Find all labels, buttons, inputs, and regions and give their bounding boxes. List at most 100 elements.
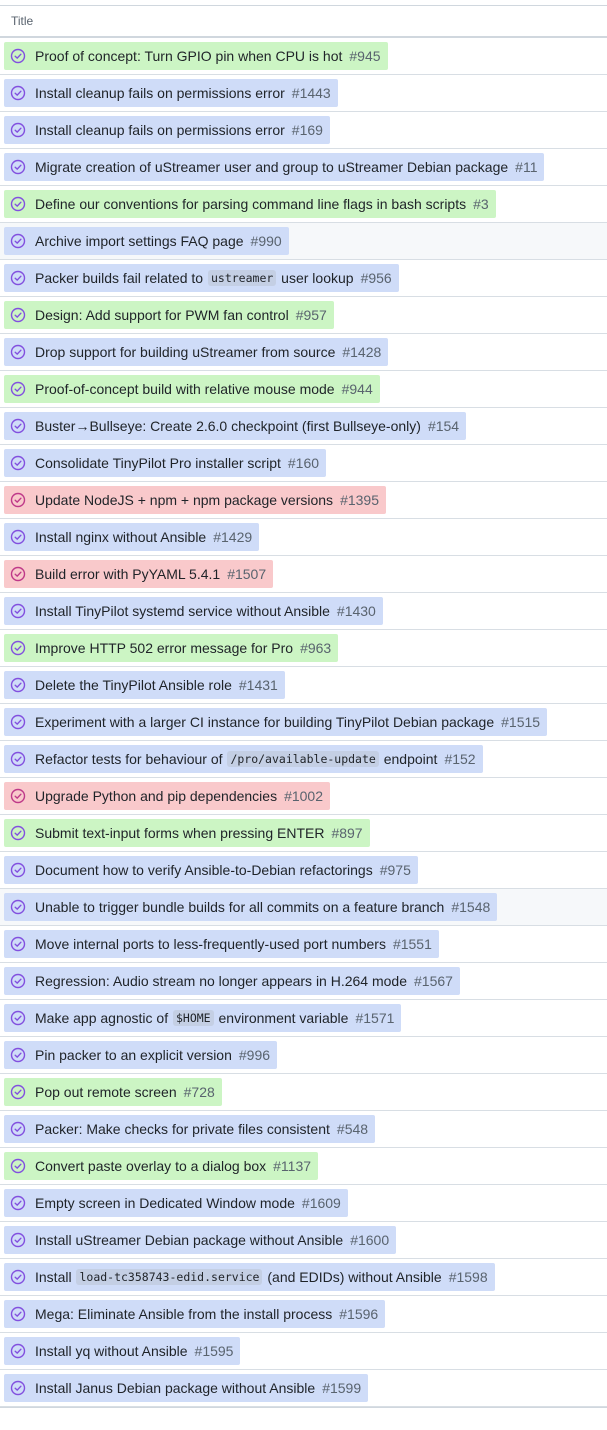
issue-title-text[interactable]: Design: Add support for PWM fan control	[35, 307, 289, 323]
issue-title-chip[interactable]: Proof-of-concept build with relative mou…	[4, 375, 380, 403]
table-row[interactable]: Pin packer to an explicit version #996	[0, 1037, 607, 1074]
issue-title-chip[interactable]: Pin packer to an explicit version #996	[4, 1041, 278, 1069]
issue-title-text[interactable]: Archive import settings FAQ page	[35, 233, 244, 249]
table-row[interactable]: Pop out remote screen #728	[0, 1074, 607, 1111]
issue-title-text[interactable]: Buster→Bullseye: Create 2.6.0 checkpoint…	[35, 418, 421, 434]
issue-title-text[interactable]: Define our conventions for parsing comma…	[35, 196, 466, 212]
issue-title-text[interactable]: Update NodeJS + npm + npm package versio…	[35, 492, 333, 508]
table-row[interactable]: Move internal ports to less-frequently-u…	[0, 926, 607, 963]
issue-title-text[interactable]: Build error with PyYAML 5.4.1	[35, 566, 220, 582]
table-row[interactable]: Install nginx without Ansible #1429	[0, 519, 607, 556]
table-row[interactable]: Delete the TinyPilot Ansible role #1431	[0, 667, 607, 704]
issue-title-text[interactable]: Proof of concept: Turn GPIO pin when CPU…	[35, 48, 342, 64]
issue-title-text[interactable]: Install cleanup fails on permissions err…	[35, 85, 285, 101]
issue-title-chip[interactable]: Install cleanup fails on permissions err…	[4, 116, 330, 144]
issue-title-text[interactable]: Install TinyPilot systemd service withou…	[35, 603, 330, 619]
issue-title-chip[interactable]: Convert paste overlay to a dialog box #11…	[4, 1152, 319, 1180]
issue-title-chip[interactable]: Migrate creation of uStreamer user and g…	[4, 153, 545, 181]
table-row[interactable]: Install TinyPilot systemd service withou…	[0, 593, 607, 630]
table-row[interactable]: Upgrade Python and pip dependencies #1002	[0, 778, 607, 815]
table-row[interactable]: Empty screen in Dedicated Window mode #16…	[0, 1185, 607, 1222]
issue-title-text[interactable]: Pop out remote screen	[35, 1084, 177, 1100]
table-row[interactable]: Make app agnostic of $HOME environment v…	[0, 1000, 607, 1037]
issue-title-text[interactable]: environment variable	[215, 1010, 348, 1026]
table-row[interactable]: Proof of concept: Turn GPIO pin when CPU…	[0, 38, 607, 75]
table-row[interactable]: Design: Add support for PWM fan control #…	[0, 297, 607, 334]
issue-title-text[interactable]: Convert paste overlay to a dialog box	[35, 1158, 266, 1174]
table-row[interactable]: Drop support for building uStreamer from…	[0, 334, 607, 371]
issue-title-chip[interactable]: Move internal ports to less-frequently-u…	[4, 930, 439, 958]
issue-title-chip[interactable]: Document how to verify Ansible-to-Debian…	[4, 856, 418, 884]
issue-title-text[interactable]: Upgrade Python and pip dependencies	[35, 788, 277, 804]
issue-title-chip[interactable]: Install cleanup fails on permissions err…	[4, 79, 338, 107]
issue-title-chip[interactable]: Make app agnostic of $HOME environment v…	[4, 1004, 402, 1032]
issue-title-text[interactable]: Submit text-input forms when pressing EN…	[35, 825, 324, 841]
table-row[interactable]: Migrate creation of uStreamer user and g…	[0, 149, 607, 186]
issue-title-text[interactable]: Install yq without Ansible	[35, 1343, 188, 1359]
issue-title-chip[interactable]: Drop support for building uStreamer from…	[4, 338, 389, 366]
issue-title-text[interactable]: Install Janus Debian package without Ans…	[35, 1380, 315, 1396]
issue-title-chip[interactable]: Improve HTTP 502 error message for Pro #9…	[4, 634, 339, 662]
issue-title-text[interactable]: Make app agnostic of	[35, 1010, 172, 1026]
table-row[interactable]: Improve HTTP 502 error message for Pro #9…	[0, 630, 607, 667]
issue-title-text[interactable]: Install uStreamer Debian package without…	[35, 1232, 343, 1248]
issue-title-chip[interactable]: Upgrade Python and pip dependencies #1002	[4, 782, 331, 810]
issue-title-chip[interactable]: Install uStreamer Debian package without…	[4, 1226, 397, 1254]
issue-title-text[interactable]: Document how to verify Ansible-to-Debian…	[35, 862, 373, 878]
table-row[interactable]: Install uStreamer Debian package without…	[0, 1222, 607, 1259]
issue-title-chip[interactable]: Unable to trigger bundle builds for all …	[4, 893, 498, 921]
issue-title-chip[interactable]: Proof of concept: Turn GPIO pin when CPU…	[4, 42, 388, 70]
issue-title-text[interactable]: Install cleanup fails on permissions err…	[35, 122, 285, 138]
issue-title-chip[interactable]: Consolidate TinyPilot Pro installer scri…	[4, 449, 327, 477]
issue-title-text[interactable]: Consolidate TinyPilot Pro installer scri…	[35, 455, 281, 471]
table-row[interactable]: Install load-tc358743-edid.service (and …	[0, 1259, 607, 1296]
issue-title-chip[interactable]: Design: Add support for PWM fan control #…	[4, 301, 334, 329]
table-row[interactable]: Unable to trigger bundle builds for all …	[0, 889, 607, 926]
issue-title-chip[interactable]: Pop out remote screen #728	[4, 1078, 222, 1106]
issue-title-text[interactable]: Proof-of-concept build with relative mou…	[35, 381, 335, 397]
issue-title-chip[interactable]: Install load-tc358743-edid.service (and …	[4, 1263, 495, 1291]
table-row[interactable]: Document how to verify Ansible-to-Debian…	[0, 852, 607, 889]
table-row[interactable]: Packer builds fail related to ustreamer …	[0, 260, 607, 297]
issue-title-text[interactable]: Packer builds fail related to	[35, 270, 207, 286]
issue-title-chip[interactable]: Submit text-input forms when pressing EN…	[4, 819, 370, 847]
issue-title-text[interactable]: Empty screen in Dedicated Window mode	[35, 1195, 295, 1211]
issue-title-chip[interactable]: Install Janus Debian package without Ans…	[4, 1374, 369, 1402]
issue-title-chip[interactable]: Buster→Bullseye: Create 2.6.0 checkpoint…	[4, 412, 467, 440]
issue-title-chip[interactable]: Build error with PyYAML 5.4.1 #1507	[4, 560, 274, 588]
issue-title-chip[interactable]: Update NodeJS + npm + npm package versio…	[4, 486, 386, 514]
issue-title-text[interactable]: Move internal ports to less-frequently-u…	[35, 936, 386, 952]
issue-title-text[interactable]: Mega: Eliminate Ansible from the install…	[35, 1306, 332, 1322]
issue-title-text[interactable]: Regression: Audio stream no longer appea…	[35, 973, 407, 989]
issue-title-text[interactable]: Pin packer to an explicit version	[35, 1047, 232, 1063]
table-row[interactable]: Mega: Eliminate Ansible from the install…	[0, 1296, 607, 1333]
table-row[interactable]: Proof-of-concept build with relative mou…	[0, 371, 607, 408]
issue-title-chip[interactable]: Refactor tests for behaviour of /pro/ava…	[4, 745, 483, 773]
issue-title-chip[interactable]: Regression: Audio stream no longer appea…	[4, 967, 460, 995]
issue-title-chip[interactable]: Define our conventions for parsing comma…	[4, 190, 496, 218]
issue-title-chip[interactable]: Install nginx without Ansible #1429	[4, 523, 260, 551]
issue-title-chip[interactable]: Empty screen in Dedicated Window mode #16…	[4, 1189, 348, 1217]
table-row[interactable]: Archive import settings FAQ page #990	[0, 223, 607, 260]
issue-title-text[interactable]: Experiment with a larger CI instance for…	[35, 714, 494, 730]
table-row[interactable]: Install Janus Debian package without Ans…	[0, 1370, 607, 1407]
issue-title-text[interactable]: Install nginx without Ansible	[35, 529, 206, 545]
issue-title-text[interactable]: Unable to trigger bundle builds for all …	[35, 899, 444, 915]
table-row[interactable]: Packer: Make checks for private files co…	[0, 1111, 607, 1148]
column-header-title[interactable]: Title	[11, 14, 33, 28]
table-row[interactable]: Submit text-input forms when pressing EN…	[0, 815, 607, 852]
issue-title-text[interactable]: (and EDIDs) without Ansible	[263, 1269, 441, 1285]
issue-title-text[interactable]: Refactor tests for behaviour of	[35, 751, 226, 767]
issue-title-text[interactable]: Delete the TinyPilot Ansible role	[35, 677, 232, 693]
issue-title-text[interactable]: Install	[35, 1269, 75, 1285]
table-row[interactable]: Define our conventions for parsing comma…	[0, 186, 607, 223]
table-row[interactable]: Convert paste overlay to a dialog box #11…	[0, 1148, 607, 1185]
issue-title-chip[interactable]: Archive import settings FAQ page #990	[4, 227, 289, 255]
issue-title-chip[interactable]: Packer: Make checks for private files co…	[4, 1115, 376, 1143]
table-row[interactable]: Install cleanup fails on permissions err…	[0, 112, 607, 149]
issue-title-chip[interactable]: Experiment with a larger CI instance for…	[4, 708, 548, 736]
table-row[interactable]: Install yq without Ansible #1595	[0, 1333, 607, 1370]
table-row[interactable]: Update NodeJS + npm + npm package versio…	[0, 482, 607, 519]
issue-title-chip[interactable]: Install TinyPilot systemd service withou…	[4, 597, 383, 625]
issue-title-text[interactable]: user lookup	[277, 270, 353, 286]
